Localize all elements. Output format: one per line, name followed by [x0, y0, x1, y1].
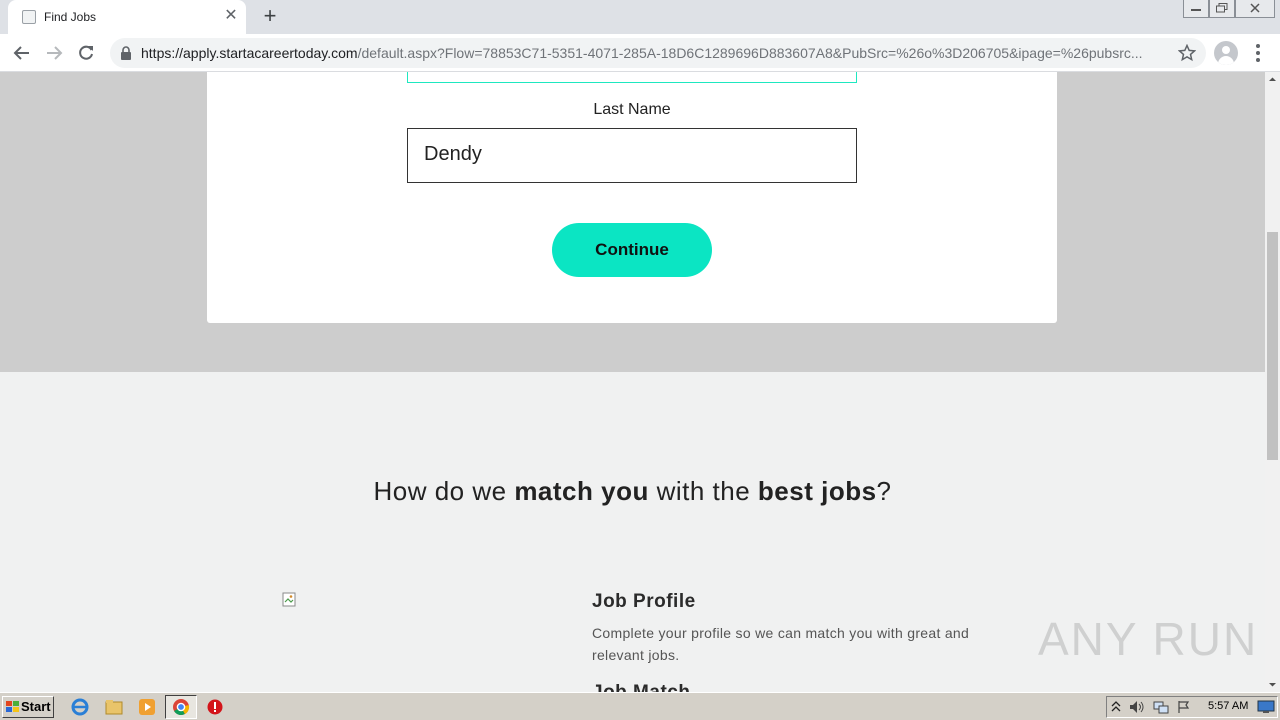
back-arrow-icon	[13, 46, 29, 60]
taskbar-clock: 5:57 AM	[1208, 700, 1249, 712]
first-name-field[interactable]	[407, 72, 857, 83]
continue-button[interactable]: Continue	[552, 223, 712, 277]
system-tray	[1106, 696, 1278, 718]
show-hidden-icons-icon[interactable]	[1111, 700, 1121, 714]
media-player-icon[interactable]	[137, 697, 157, 717]
feature-title-job-match: Job Match	[592, 682, 690, 692]
page-scrollbar[interactable]	[1265, 72, 1280, 692]
heading-text-2: with the	[648, 476, 758, 506]
tab-title: Find Jobs	[44, 10, 97, 24]
heading-text-1: How do we	[373, 476, 515, 506]
chrome-icon	[173, 699, 190, 715]
browser-toolbar: https://apply.startacareertoday.com/defa…	[0, 34, 1280, 72]
network-icon[interactable]	[1153, 700, 1169, 714]
close-tab-icon[interactable]: ✕	[222, 7, 240, 25]
lock-icon	[121, 46, 131, 60]
forward-button[interactable]	[41, 40, 67, 66]
reload-button[interactable]	[73, 40, 99, 66]
url-path: /default.aspx?Flow=78853C71-5351-4071-28…	[357, 45, 1143, 61]
last-name-field[interactable]: Dendy	[407, 128, 857, 183]
browser-menu-icon[interactable]	[1248, 42, 1268, 64]
broken-image-icon	[282, 592, 296, 607]
section-heading: How do we match you with the best jobs?	[0, 476, 1265, 507]
reload-icon	[79, 45, 93, 60]
tab-strip: Find Jobs ✕ +	[0, 0, 1280, 34]
last-name-label: Last Name	[593, 101, 671, 118]
start-button[interactable]: Start	[2, 696, 54, 718]
feature-description-job-profile: Complete your profile so we can match yo…	[592, 625, 970, 663]
action-center-flag-icon[interactable]	[1177, 700, 1191, 714]
internet-explorer-icon[interactable]	[70, 697, 90, 717]
start-label: Start	[21, 699, 51, 714]
heading-text-3: ?	[876, 476, 892, 506]
url-text: https://apply.startacareertoday.com/defa…	[141, 45, 1161, 61]
show-desktop-icon[interactable]	[1257, 700, 1275, 714]
scrollbar-thumb[interactable]	[1267, 232, 1278, 460]
windows-logo-icon	[6, 701, 19, 712]
browser-tab[interactable]: Find Jobs ✕	[8, 0, 246, 34]
form-section-background: Last Name Dendy Continue	[0, 72, 1265, 372]
bookmark-star-icon[interactable]	[1178, 44, 1196, 62]
forward-arrow-icon	[47, 46, 63, 60]
heading-bold-2: best jobs	[757, 476, 877, 506]
minimize-button[interactable]	[1183, 0, 1209, 18]
back-button[interactable]	[9, 40, 35, 66]
file-explorer-icon[interactable]	[104, 697, 124, 717]
heading-bold-1: match you	[514, 476, 649, 506]
feature-title-job-profile: Job Profile	[592, 591, 696, 612]
volume-icon[interactable]	[1129, 700, 1145, 714]
scroll-up-arrow-icon[interactable]	[1265, 72, 1280, 87]
signup-form-card: Last Name Dendy Continue	[207, 72, 1057, 323]
close-window-button[interactable]	[1235, 0, 1275, 18]
page-viewport: Last Name Dendy Continue How do we match…	[0, 72, 1265, 692]
new-tab-button[interactable]: +	[258, 5, 282, 29]
profile-avatar-icon[interactable]	[1214, 41, 1238, 65]
address-bar[interactable]: https://apply.startacareertoday.com/defa…	[110, 38, 1206, 68]
windows-taskbar: Start 5:57 AM	[0, 692, 1280, 720]
anyrun-watermark: ANY RUN	[1038, 613, 1259, 665]
chrome-taskbar-button[interactable]	[165, 695, 197, 719]
stop-sign-icon[interactable]	[205, 697, 225, 717]
url-host: https://apply.startacareertoday.com	[141, 45, 358, 61]
page-favicon-icon	[22, 10, 36, 24]
scroll-down-arrow-icon[interactable]	[1265, 677, 1280, 692]
restore-button[interactable]	[1209, 0, 1235, 18]
